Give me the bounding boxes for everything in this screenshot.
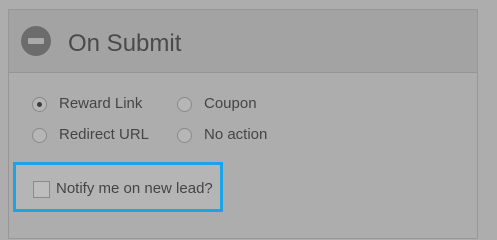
radio-label-reward-link[interactable]: Reward Link xyxy=(59,95,142,113)
radio-label-coupon[interactable]: Coupon xyxy=(204,95,257,113)
notify-checkbox-label[interactable]: Notify me on new lead? xyxy=(56,180,213,198)
minus-circle-icon[interactable] xyxy=(21,26,51,56)
radio-label-no-action[interactable]: No action xyxy=(204,126,267,144)
radio-button-reward-link[interactable] xyxy=(32,97,47,112)
notify-checkbox[interactable] xyxy=(33,181,50,198)
radio-button-no-action[interactable] xyxy=(177,128,192,143)
section-title: On Submit xyxy=(68,30,182,57)
section-header[interactable]: On Submit xyxy=(9,10,477,73)
radio-button-coupon[interactable] xyxy=(177,97,192,112)
radio-label-redirect-url[interactable]: Redirect URL xyxy=(59,126,149,144)
radio-button-redirect-url[interactable] xyxy=(32,128,47,143)
notify-highlight-box: Notify me on new lead? xyxy=(13,162,223,212)
